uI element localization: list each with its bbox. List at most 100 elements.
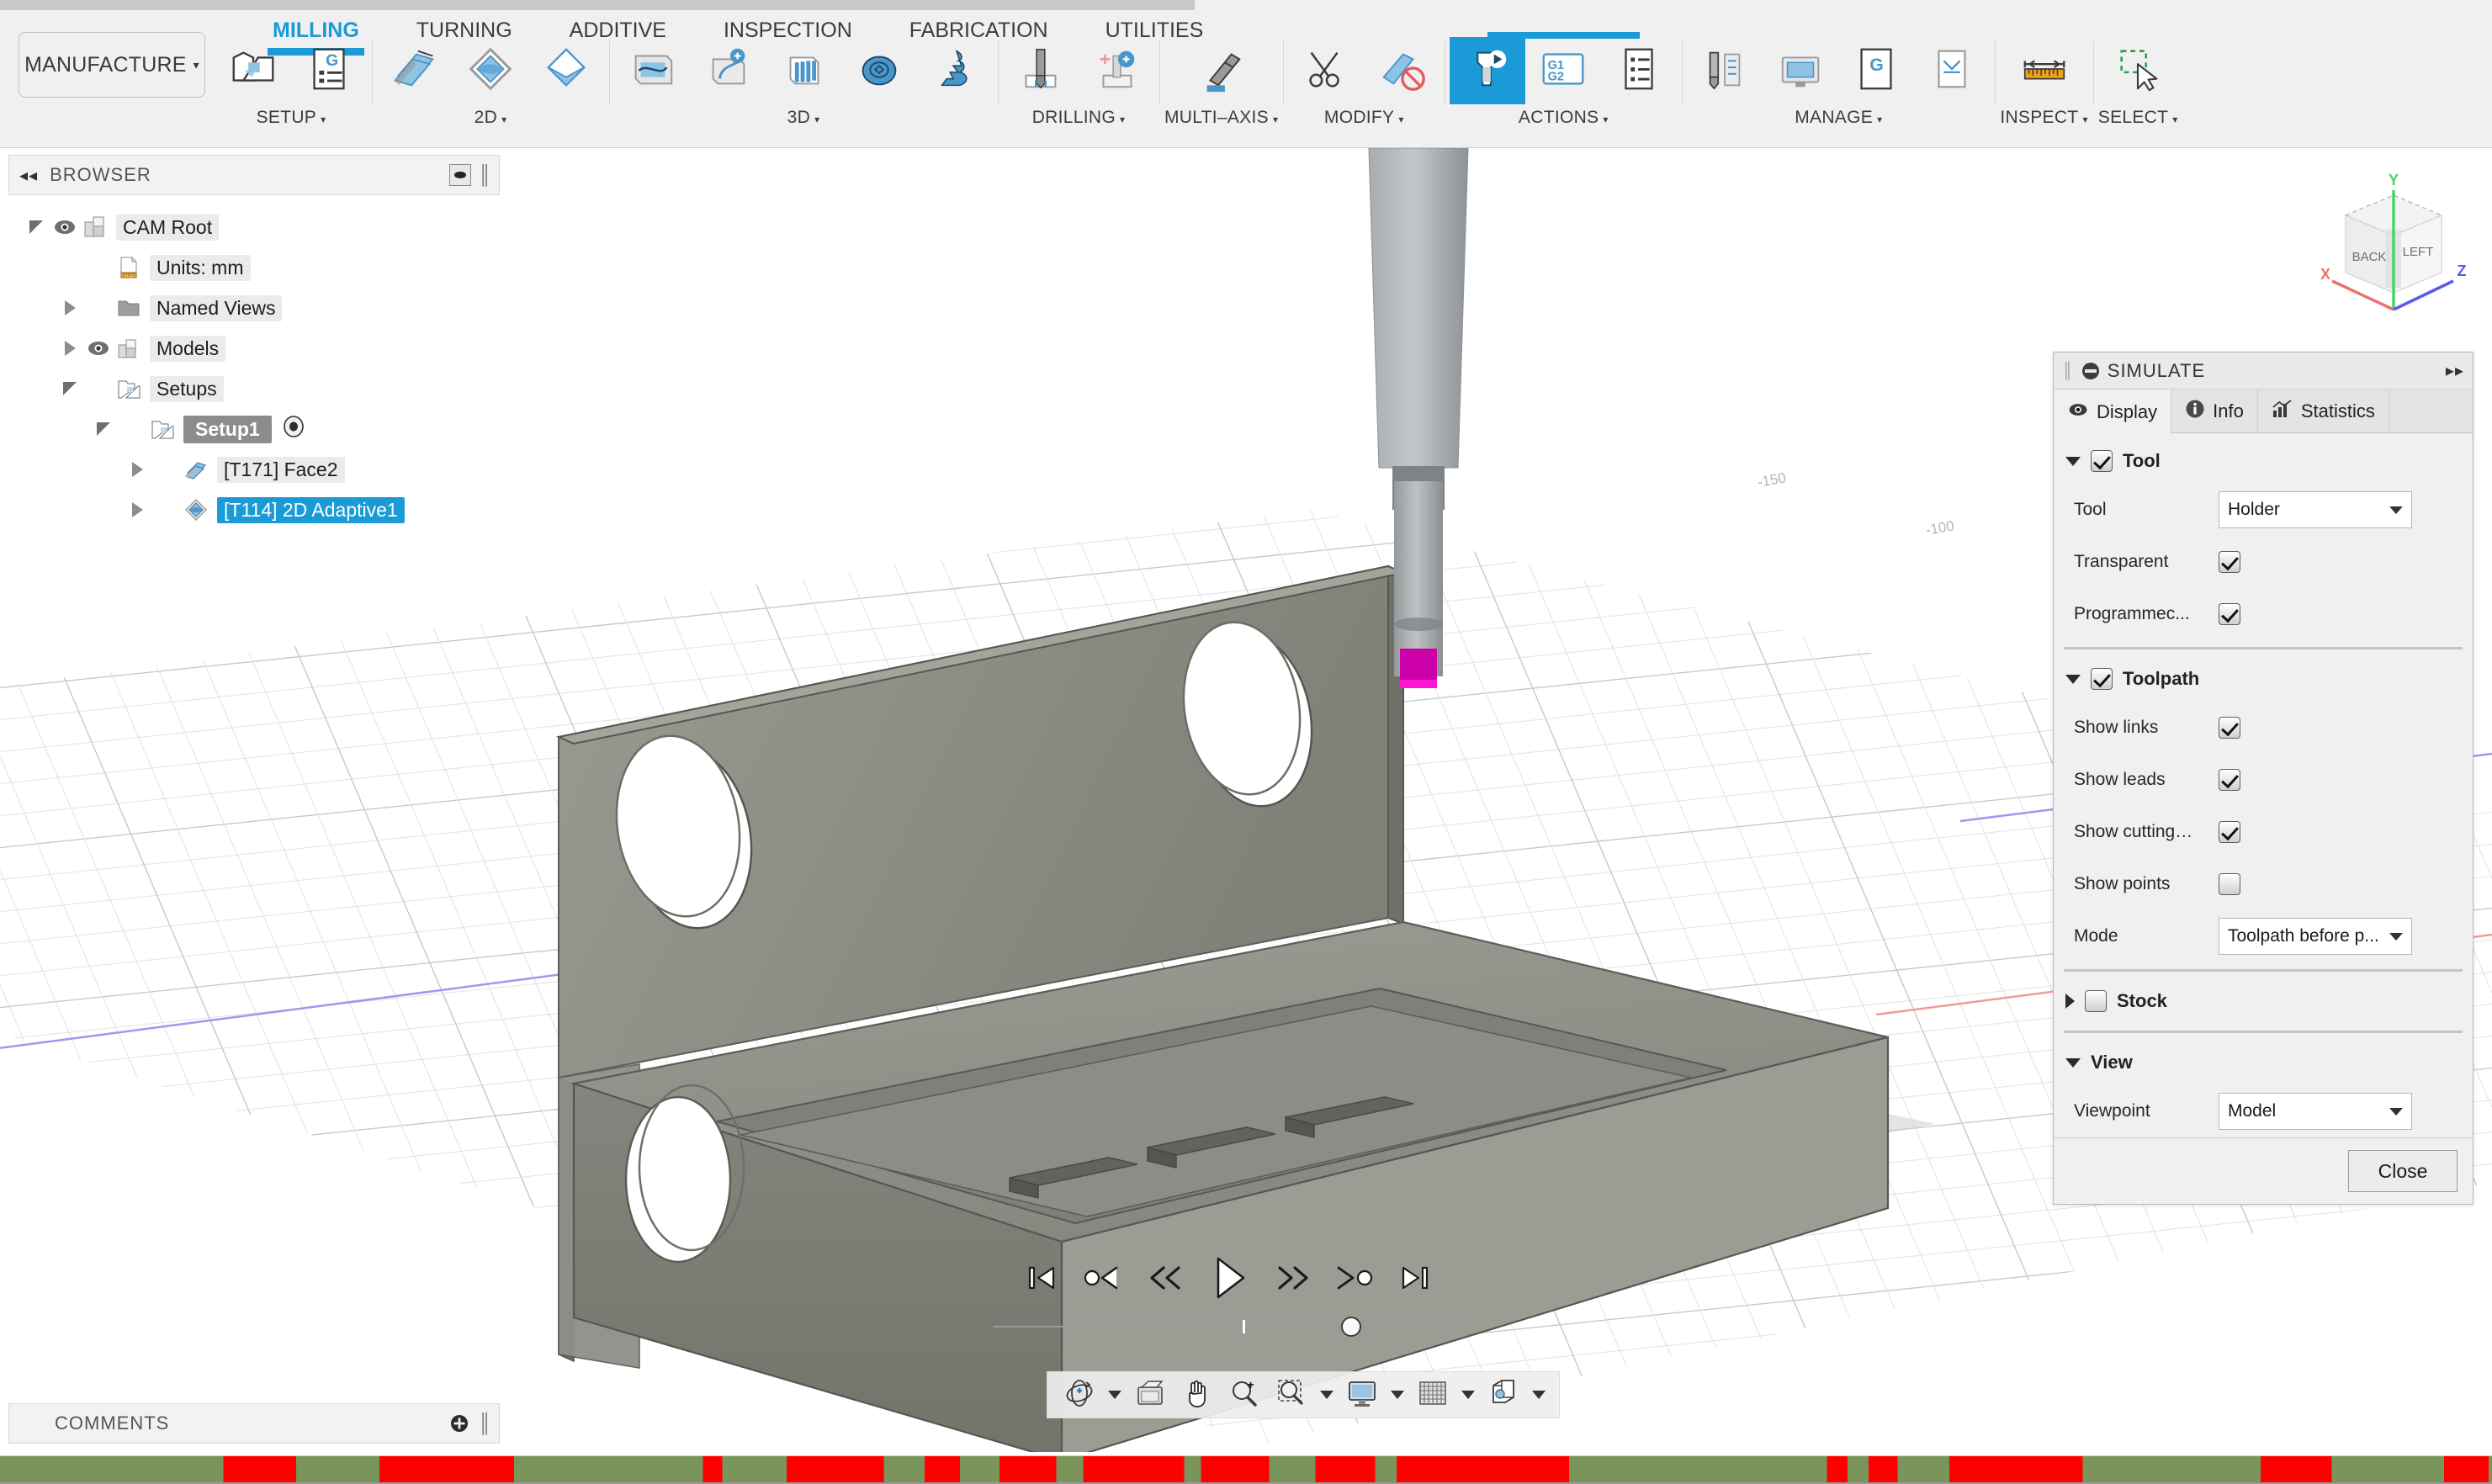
chevron-down-icon[interactable]: ▾ bbox=[1877, 114, 1882, 125]
checkbox-show-points[interactable] bbox=[2219, 873, 2240, 895]
step-back-operation-button[interactable] bbox=[1079, 1258, 1127, 1298]
group-checkbox[interactable] bbox=[2091, 668, 2113, 690]
chevron-down-icon[interactable] bbox=[2389, 1107, 2403, 1116]
grip-icon[interactable]: ║ bbox=[478, 164, 492, 186]
chevron-down-icon[interactable]: ▾ bbox=[2172, 114, 2177, 125]
rewind-button[interactable] bbox=[1143, 1258, 1187, 1298]
grid-snaps-button[interactable] bbox=[1411, 1376, 1455, 1413]
scallop-button[interactable] bbox=[841, 37, 917, 104]
select-tool[interactable]: Holder bbox=[2219, 491, 2412, 528]
generate-nc-program-button[interactable]: G bbox=[291, 37, 367, 104]
chevron-down-icon[interactable] bbox=[2065, 1057, 2081, 1068]
expand-arrow-open-icon[interactable] bbox=[56, 382, 84, 395]
simulate-titlebar[interactable]: ║ SIMULATE ▸▸ bbox=[2054, 352, 2473, 390]
chevron-right-icon[interactable] bbox=[2065, 994, 2075, 1009]
chevron-down-icon[interactable]: ▾ bbox=[1603, 114, 1608, 125]
chevron-down-icon[interactable] bbox=[2389, 506, 2403, 514]
orbit-button[interactable] bbox=[1058, 1376, 1101, 1413]
chevron-down-icon[interactable] bbox=[2389, 932, 2403, 941]
collapse-icon[interactable]: ◂◂ bbox=[19, 165, 38, 186]
group-header-view[interactable]: View bbox=[2054, 1040, 2473, 1085]
chevron-down-icon[interactable] bbox=[2065, 674, 2081, 684]
checkbox-programmec-[interactable] bbox=[2219, 603, 2240, 625]
spiral-button[interactable] bbox=[917, 37, 993, 104]
expand-arrow-open-icon[interactable] bbox=[89, 422, 118, 436]
post-process-button[interactable] bbox=[1601, 37, 1677, 104]
swarf-button[interactable] bbox=[1184, 37, 1259, 104]
playback-slider[interactable] bbox=[993, 1314, 1464, 1339]
view-cube[interactable]: BACK LEFT Y X Z bbox=[2314, 167, 2473, 326]
expand-arrow-open-icon[interactable] bbox=[22, 220, 50, 234]
minimize-icon[interactable] bbox=[449, 164, 472, 186]
machine-library-button[interactable] bbox=[1763, 37, 1838, 104]
chevron-down-icon[interactable]: ▾ bbox=[1273, 114, 1278, 125]
add-comment-icon[interactable] bbox=[449, 1413, 469, 1434]
workspace-switcher[interactable]: MANUFACTURE ▾ bbox=[19, 32, 205, 98]
chevron-down-icon[interactable] bbox=[1529, 1376, 1549, 1413]
chevron-down-icon[interactable]: ▾ bbox=[501, 114, 506, 125]
select-mode[interactable]: Toolpath before p... bbox=[2219, 918, 2412, 955]
setup-button[interactable] bbox=[215, 37, 291, 104]
tree-item-setups[interactable]: Setups bbox=[0, 368, 508, 409]
tree-item--t114-2d-adaptive1[interactable]: [T114] 2D Adaptive1 bbox=[0, 490, 508, 530]
chevron-down-icon[interactable]: ▾ bbox=[1120, 114, 1125, 125]
playback-track[interactable] bbox=[993, 1326, 1464, 1328]
chevron-down-icon[interactable] bbox=[2065, 456, 2081, 466]
tree-item-models[interactable]: Models bbox=[0, 328, 508, 368]
grip-icon[interactable]: ║ bbox=[478, 1412, 492, 1434]
chevron-down-icon[interactable] bbox=[1387, 1376, 1408, 1413]
tree-item-cam-root[interactable]: CAM Root bbox=[0, 207, 508, 247]
generate-button[interactable]: G bbox=[1838, 37, 1914, 104]
chevron-down-icon[interactable]: ▾ bbox=[814, 114, 819, 125]
close-button[interactable]: Close bbox=[2348, 1150, 2458, 1192]
group-checkbox[interactable] bbox=[2091, 450, 2113, 472]
skip-to-end-button[interactable] bbox=[1395, 1258, 1435, 1298]
adaptive3d-button[interactable] bbox=[614, 37, 690, 104]
bore-button[interactable] bbox=[1079, 37, 1154, 104]
checkbox-transparent[interactable] bbox=[2219, 551, 2240, 573]
playback-knob[interactable] bbox=[1341, 1317, 1362, 1337]
group-header-toolpath[interactable]: Toolpath bbox=[2054, 656, 2473, 702]
visibility-eye-icon[interactable] bbox=[84, 339, 113, 358]
tree-item-setup1[interactable]: Setup1 bbox=[0, 409, 508, 449]
look-at-button[interactable] bbox=[1128, 1376, 1172, 1413]
expand-arrow-closed-icon[interactable] bbox=[123, 462, 151, 477]
tab-statistics[interactable]: Statistics bbox=[2258, 390, 2389, 432]
tree-item--t171-face2[interactable]: [T171] Face2 bbox=[0, 449, 508, 490]
drill-button[interactable] bbox=[1003, 37, 1079, 104]
tab-display[interactable]: Display bbox=[2054, 390, 2172, 433]
checkbox-show-cutting-[interactable] bbox=[2219, 821, 2240, 843]
play-button[interactable] bbox=[1205, 1253, 1252, 1302]
checkbox-show-leads[interactable] bbox=[2219, 769, 2240, 791]
chevron-down-icon[interactable]: ▾ bbox=[2082, 114, 2087, 125]
zoom-button[interactable] bbox=[1222, 1376, 1266, 1413]
step-forward-operation-button[interactable] bbox=[1330, 1258, 1377, 1298]
group-checkbox[interactable] bbox=[2085, 990, 2107, 1012]
tree-item-units-mm[interactable]: Units: mm bbox=[0, 247, 508, 288]
adaptive2d-button[interactable] bbox=[453, 37, 528, 104]
measure-button[interactable] bbox=[2007, 37, 2082, 104]
pan-button[interactable] bbox=[1175, 1376, 1219, 1413]
zoom-window-button[interactable] bbox=[1270, 1376, 1313, 1413]
active-setup-icon[interactable] bbox=[282, 415, 305, 443]
expand-arrow-closed-icon[interactable] bbox=[123, 502, 151, 517]
simulate-button[interactable] bbox=[1450, 37, 1526, 104]
tool-library-button[interactable] bbox=[1687, 37, 1763, 104]
group-header-stock[interactable]: Stock bbox=[2054, 978, 2473, 1024]
pocket3d-button[interactable] bbox=[690, 37, 766, 104]
tab-info[interactable]: Info bbox=[2171, 390, 2258, 432]
g1g2-machine-sim-button[interactable]: G1 G2 bbox=[1525, 37, 1601, 104]
delete-toolpath-button[interactable] bbox=[1364, 37, 1440, 104]
group-header-tool[interactable]: Tool bbox=[2054, 438, 2473, 484]
grip-icon[interactable]: ║ bbox=[2062, 362, 2074, 379]
chevron-down-icon[interactable] bbox=[1458, 1376, 1478, 1413]
parallel-button[interactable] bbox=[766, 37, 841, 104]
chevron-down-icon[interactable] bbox=[1105, 1376, 1125, 1413]
viewports-button[interactable] bbox=[1482, 1376, 1525, 1413]
chevron-down-icon[interactable]: ▾ bbox=[321, 114, 326, 125]
face-button[interactable] bbox=[377, 37, 453, 104]
select-viewpoint[interactable]: Model bbox=[2219, 1093, 2412, 1130]
display-settings-button[interactable] bbox=[1340, 1376, 1384, 1413]
pocket2d-button[interactable] bbox=[528, 37, 604, 104]
chevron-down-icon[interactable]: ▾ bbox=[1398, 114, 1403, 125]
